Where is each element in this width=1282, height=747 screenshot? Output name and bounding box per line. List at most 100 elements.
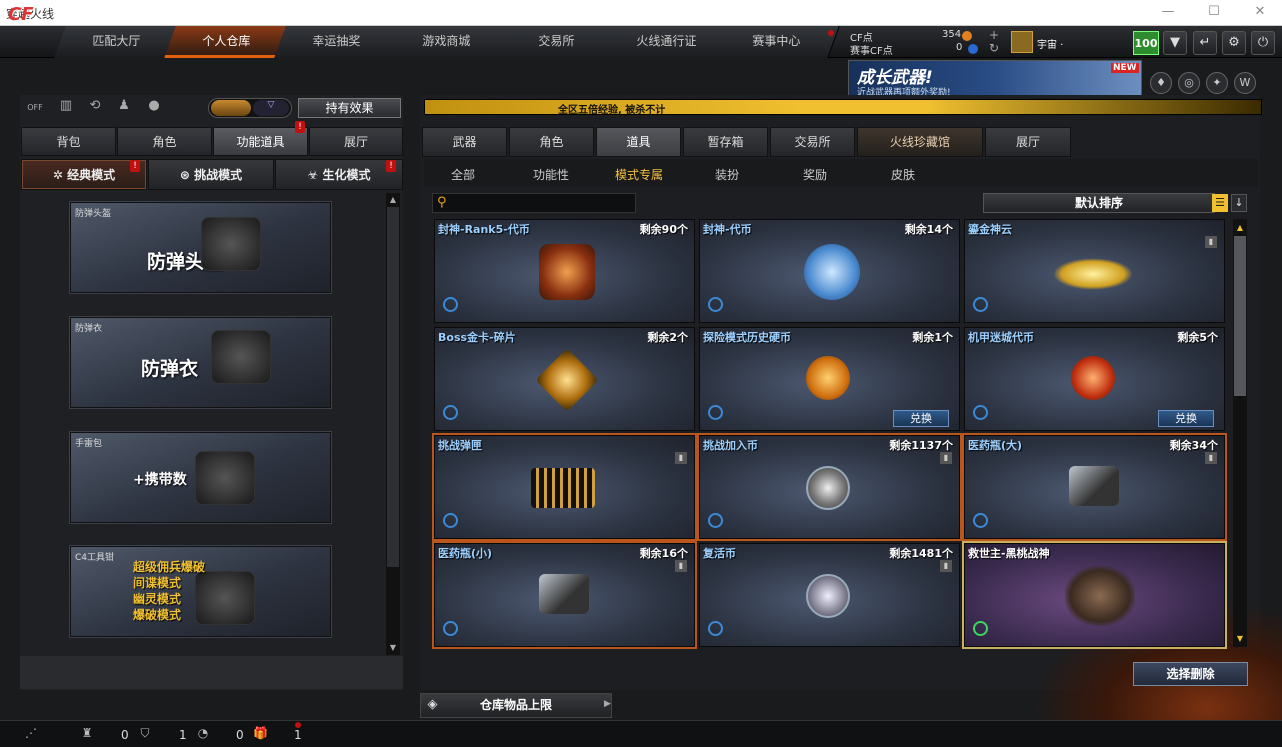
scroll-down-icon[interactable]: ▼	[386, 643, 400, 652]
mode-classic[interactable]: ✲ 经典模式	[21, 159, 147, 190]
info-icon[interactable]	[708, 297, 723, 312]
tab-weapons[interactable]: 武器	[422, 127, 507, 157]
item-card[interactable]: 医药瓶(大) 剩余34个 ▮	[964, 435, 1225, 539]
item-card-grenade-pack[interactable]: 手雷包 +携带数	[70, 432, 331, 523]
tab-gallery[interactable]: 展厅	[985, 127, 1071, 157]
redeem-button[interactable]: 兑换	[893, 410, 949, 427]
item-card[interactable]: 复活币 剩余1481个 ▮	[699, 543, 960, 647]
wing-event-icon[interactable]: W	[1234, 72, 1256, 94]
gift-icon[interactable]: 🎁	[253, 726, 268, 740]
subtab-rewards[interactable]: 奖励	[775, 166, 855, 183]
item-card[interactable]: 鎏金神云 ▮	[964, 219, 1225, 323]
search-input[interactable]: ⚲	[432, 193, 636, 213]
info-icon[interactable]	[443, 513, 458, 528]
friends-icon[interactable]: ♜	[80, 726, 94, 740]
item-card[interactable]: 医药瓶(小) 剩余16个 ▮	[434, 543, 695, 647]
history-icon[interactable]: ⟲	[84, 98, 106, 118]
nav-tab-match[interactable]: 匹配大厅	[54, 26, 180, 58]
nav-tab-pass[interactable]: 火线通行证	[604, 26, 730, 58]
power-icon[interactable]: ⏻	[1251, 31, 1275, 55]
nav-tab-warehouse[interactable]: 个人仓库	[164, 26, 290, 58]
warehouse-limit-button[interactable]: 仓库物品上限	[420, 693, 612, 718]
item-card[interactable]: Boss金卡-碎片 剩余2个	[434, 327, 695, 431]
rank-icon[interactable]: ▼	[1163, 31, 1187, 55]
nav-tab-lottery[interactable]: 幸运抽奖	[274, 26, 400, 58]
minimize-button[interactable]: —	[1158, 4, 1178, 20]
info-icon[interactable]	[708, 621, 723, 636]
nav-tab-shop[interactable]: 游戏商城	[384, 26, 510, 58]
trash-icon[interactable]: ▮	[675, 452, 687, 464]
mode-challenge[interactable]: ⊛ 挑战模式	[148, 159, 274, 190]
info-icon[interactable]	[973, 621, 988, 636]
items-scroll-down-icon[interactable]: ▼	[1233, 634, 1247, 643]
maximize-button[interactable]: ☐	[1204, 4, 1224, 20]
nav-tab-exchange[interactable]: 交易所	[494, 26, 620, 58]
info-icon[interactable]	[973, 297, 988, 312]
tab-function-items[interactable]: 功能道具	[213, 127, 308, 156]
select-delete-button[interactable]: 选择删除	[1133, 662, 1248, 686]
info-icon[interactable]	[443, 621, 458, 636]
knife-event-icon[interactable]: ✦	[1206, 72, 1228, 94]
info-icon[interactable]	[443, 297, 458, 312]
toggle-off-icon[interactable]: OFF	[24, 98, 46, 118]
list-view-icon[interactable]: ☰	[1212, 194, 1228, 212]
trash-icon[interactable]: ▮	[940, 560, 952, 572]
tab-character[interactable]: 角色	[117, 127, 212, 156]
chat-icon[interactable]: ◔	[196, 726, 210, 740]
scroll-up-icon[interactable]: ▲	[386, 195, 400, 204]
trash-icon[interactable]: ▮	[1205, 452, 1217, 464]
promo-banner[interactable]: 成长武器! 近战武器再项额外奖励! NEW	[848, 60, 1142, 98]
item-card-vest[interactable]: 防弹衣 防弹衣	[70, 317, 331, 408]
chevron-right-icon[interactable]: ▶	[604, 699, 611, 709]
effect-button[interactable]: 持有效果	[298, 98, 401, 118]
sort-dropdown[interactable]: 默认排序	[983, 193, 1215, 213]
item-card-helmet[interactable]: 防弹头盔 防弹头盔	[70, 202, 331, 293]
settings-gear-icon[interactable]: ⚙	[1222, 31, 1246, 55]
cf-logo[interactable]: CF	[8, 4, 56, 30]
add-currency-icon[interactable]: +	[989, 28, 999, 42]
subtab-functional[interactable]: 功能性	[511, 166, 591, 183]
user-avatar[interactable]	[1011, 31, 1033, 53]
back-icon[interactable]: ↵	[1193, 31, 1217, 55]
view-toggle[interactable]: ▽	[208, 98, 292, 118]
tab-roles[interactable]: 角色	[509, 127, 594, 157]
item-card[interactable]: 挑战弹匣 ▮	[434, 435, 695, 539]
subtab-outfit[interactable]: 装扮	[687, 166, 767, 183]
info-icon[interactable]	[973, 513, 988, 528]
sort-order-icon[interactable]: ↓	[1231, 194, 1247, 212]
item-card-c4-pliers[interactable]: C4工具钳 超级佣兵爆破 间谍模式 幽灵模式 爆破模式	[70, 546, 331, 637]
tab-trade[interactable]: 交易所	[770, 127, 855, 157]
clan-shield-icon[interactable]: ⛉	[138, 726, 152, 740]
character-icon[interactable]: ♟	[113, 98, 135, 118]
close-button[interactable]: ✕	[1250, 4, 1270, 20]
subtab-skins[interactable]: 皮肤	[863, 166, 943, 183]
tab-backpack[interactable]: 背包	[21, 127, 116, 156]
info-icon[interactable]	[708, 513, 723, 528]
nav-tab-events[interactable]: 赛事中心	[714, 26, 840, 58]
trash-icon[interactable]: ▮	[1205, 236, 1217, 248]
item-card[interactable]: 封神-代币 剩余14个	[699, 219, 960, 323]
grenade-icon[interactable]: ●	[143, 98, 165, 118]
tab-storage[interactable]: 暂存箱	[683, 127, 768, 157]
shield-event-icon[interactable]: ♦	[1150, 72, 1172, 94]
trash-icon[interactable]: ▮	[940, 452, 952, 464]
tab-collection[interactable]: 火线珍藏馆	[857, 127, 983, 157]
item-card[interactable]: 机甲迷城代币 剩余5个 兑换	[964, 327, 1225, 431]
item-card[interactable]: 探险模式历史硬币 剩余1个 兑换	[699, 327, 960, 431]
info-icon[interactable]	[443, 405, 458, 420]
item-card[interactable]: 封神-Rank5-代币 剩余90个	[434, 219, 695, 323]
tab-items[interactable]: 道具	[596, 127, 681, 157]
subtab-mode-exclusive[interactable]: 模式专属	[599, 166, 679, 183]
stats-icon[interactable]: ▥	[55, 98, 77, 118]
item-card[interactable]: 挑战加入币 剩余1137个 ▮	[699, 435, 960, 539]
item-card[interactable]: 救世主-黑桃战神	[964, 543, 1225, 647]
subtab-all[interactable]: 全部	[423, 166, 503, 183]
info-icon[interactable]	[973, 405, 988, 420]
items-scroll-up-icon[interactable]: ▲	[1233, 223, 1247, 232]
refresh-currency-icon[interactable]: ↻	[989, 41, 999, 55]
redeem-button[interactable]: 兑换	[1158, 410, 1214, 427]
tab-showroom[interactable]: 展厅	[309, 127, 403, 156]
mode-zombie[interactable]: ☣ 生化模式	[275, 159, 403, 190]
left-scrollbar-thumb[interactable]	[387, 207, 399, 567]
info-icon[interactable]	[708, 405, 723, 420]
